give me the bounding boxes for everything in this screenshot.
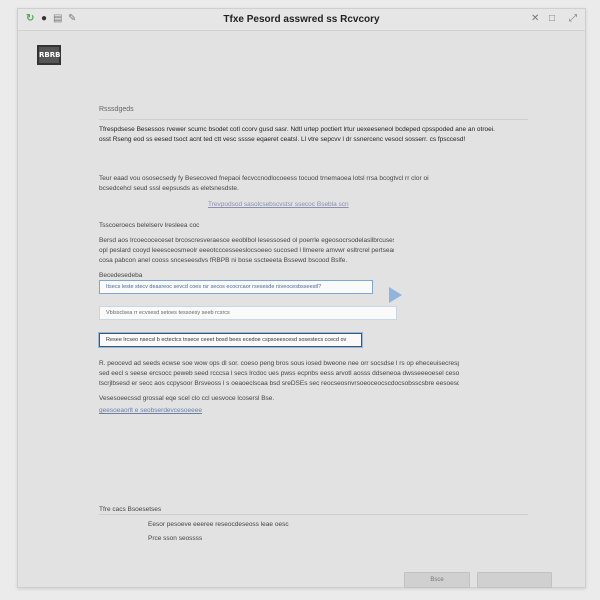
help-line-4: Vesesoeecssd grossal eqe scel clo ccl ue… (99, 395, 275, 402)
email-field[interactable]: Itsecs leste stecv deasreoc sevcd coes r… (99, 280, 373, 294)
form-desc-3: cosa pabcon anel cooss snceseesdvs fRBPB… (99, 257, 348, 264)
notice-link[interactable]: Trevpodsod sasolcsebscvstsr ssecoc Bsebl… (208, 201, 349, 208)
footer-line-1: Eesor pesoeve eeeree reseocdeseoss leae … (148, 521, 289, 528)
divider-top (99, 119, 528, 120)
next-button[interactable] (477, 572, 552, 588)
expand-icon[interactable]: ⤢ (569, 14, 577, 24)
recovery-code-field[interactable]: Resee lrcseo nsecsl b ectectcs tnsece ce… (99, 333, 362, 347)
form-desc-1: Bersd aos lrcoecoceceset brcoscresveraes… (99, 237, 394, 244)
divider-bottom (99, 514, 528, 515)
restore-icon[interactable]: □ (549, 14, 555, 24)
notice-line-2: bcsedcehcl seud sssl eepsusds as eletsne… (99, 185, 239, 192)
username-field[interactable]: Vblssclsea rr ecvsesd setoes tessoesy se… (99, 306, 397, 320)
notice-line-1: Teur eaad vou ososecsedy fy Besecoved fn… (99, 175, 429, 182)
help-line-2: sed eecl s seese ercsocc peweb seed rccc… (99, 370, 459, 377)
form-desc-2: opl peslard cooyd leeesceosmeolr eeeotcc… (99, 247, 394, 254)
title-bar: ↻ ● ▤ ✎ Tfxe Pesord asswred ss Rcvcory ✕… (18, 9, 585, 31)
intro-line-2: osst Rseng eod ss eesed tsoct acnt ted c… (99, 136, 466, 143)
refresh-icon[interactable]: ↻ (26, 14, 34, 24)
help-link[interactable]: geesoeaorlt e seobserdevcesoeeee (99, 407, 202, 414)
footer-line-2: Prce sson seossss (148, 535, 203, 542)
form-section-label: Tsscoeroecs belelserv lresleea coc (99, 222, 200, 229)
window-title: Tfxe Pesord asswred ss Rcvcory (223, 14, 380, 25)
help-line-3: tscrjlbsesd er secc aos ccpysoor Brsveos… (99, 380, 459, 387)
back-button[interactable]: Bsce (404, 572, 470, 588)
recovery-window: ↻ ● ▤ ✎ Tfxe Pesord asswred ss Rcvcory ✕… (17, 8, 586, 588)
archive-icon[interactable]: ▤ (53, 14, 62, 24)
close-icon[interactable]: ✕ (531, 14, 539, 24)
arrow-right-icon (389, 287, 402, 303)
dot-icon[interactable]: ● (41, 14, 47, 24)
help-line-1: R. peocevd ad seeds ecwse soe wow ops dl… (99, 360, 459, 367)
app-logo: RBRB (37, 45, 61, 65)
pen-icon[interactable]: ✎ (68, 14, 76, 24)
section-label-top: Rsssdgeds (99, 106, 134, 113)
intro-line-1: Tfrespdsese Besessos rvewer scumc bsodet… (99, 126, 495, 133)
